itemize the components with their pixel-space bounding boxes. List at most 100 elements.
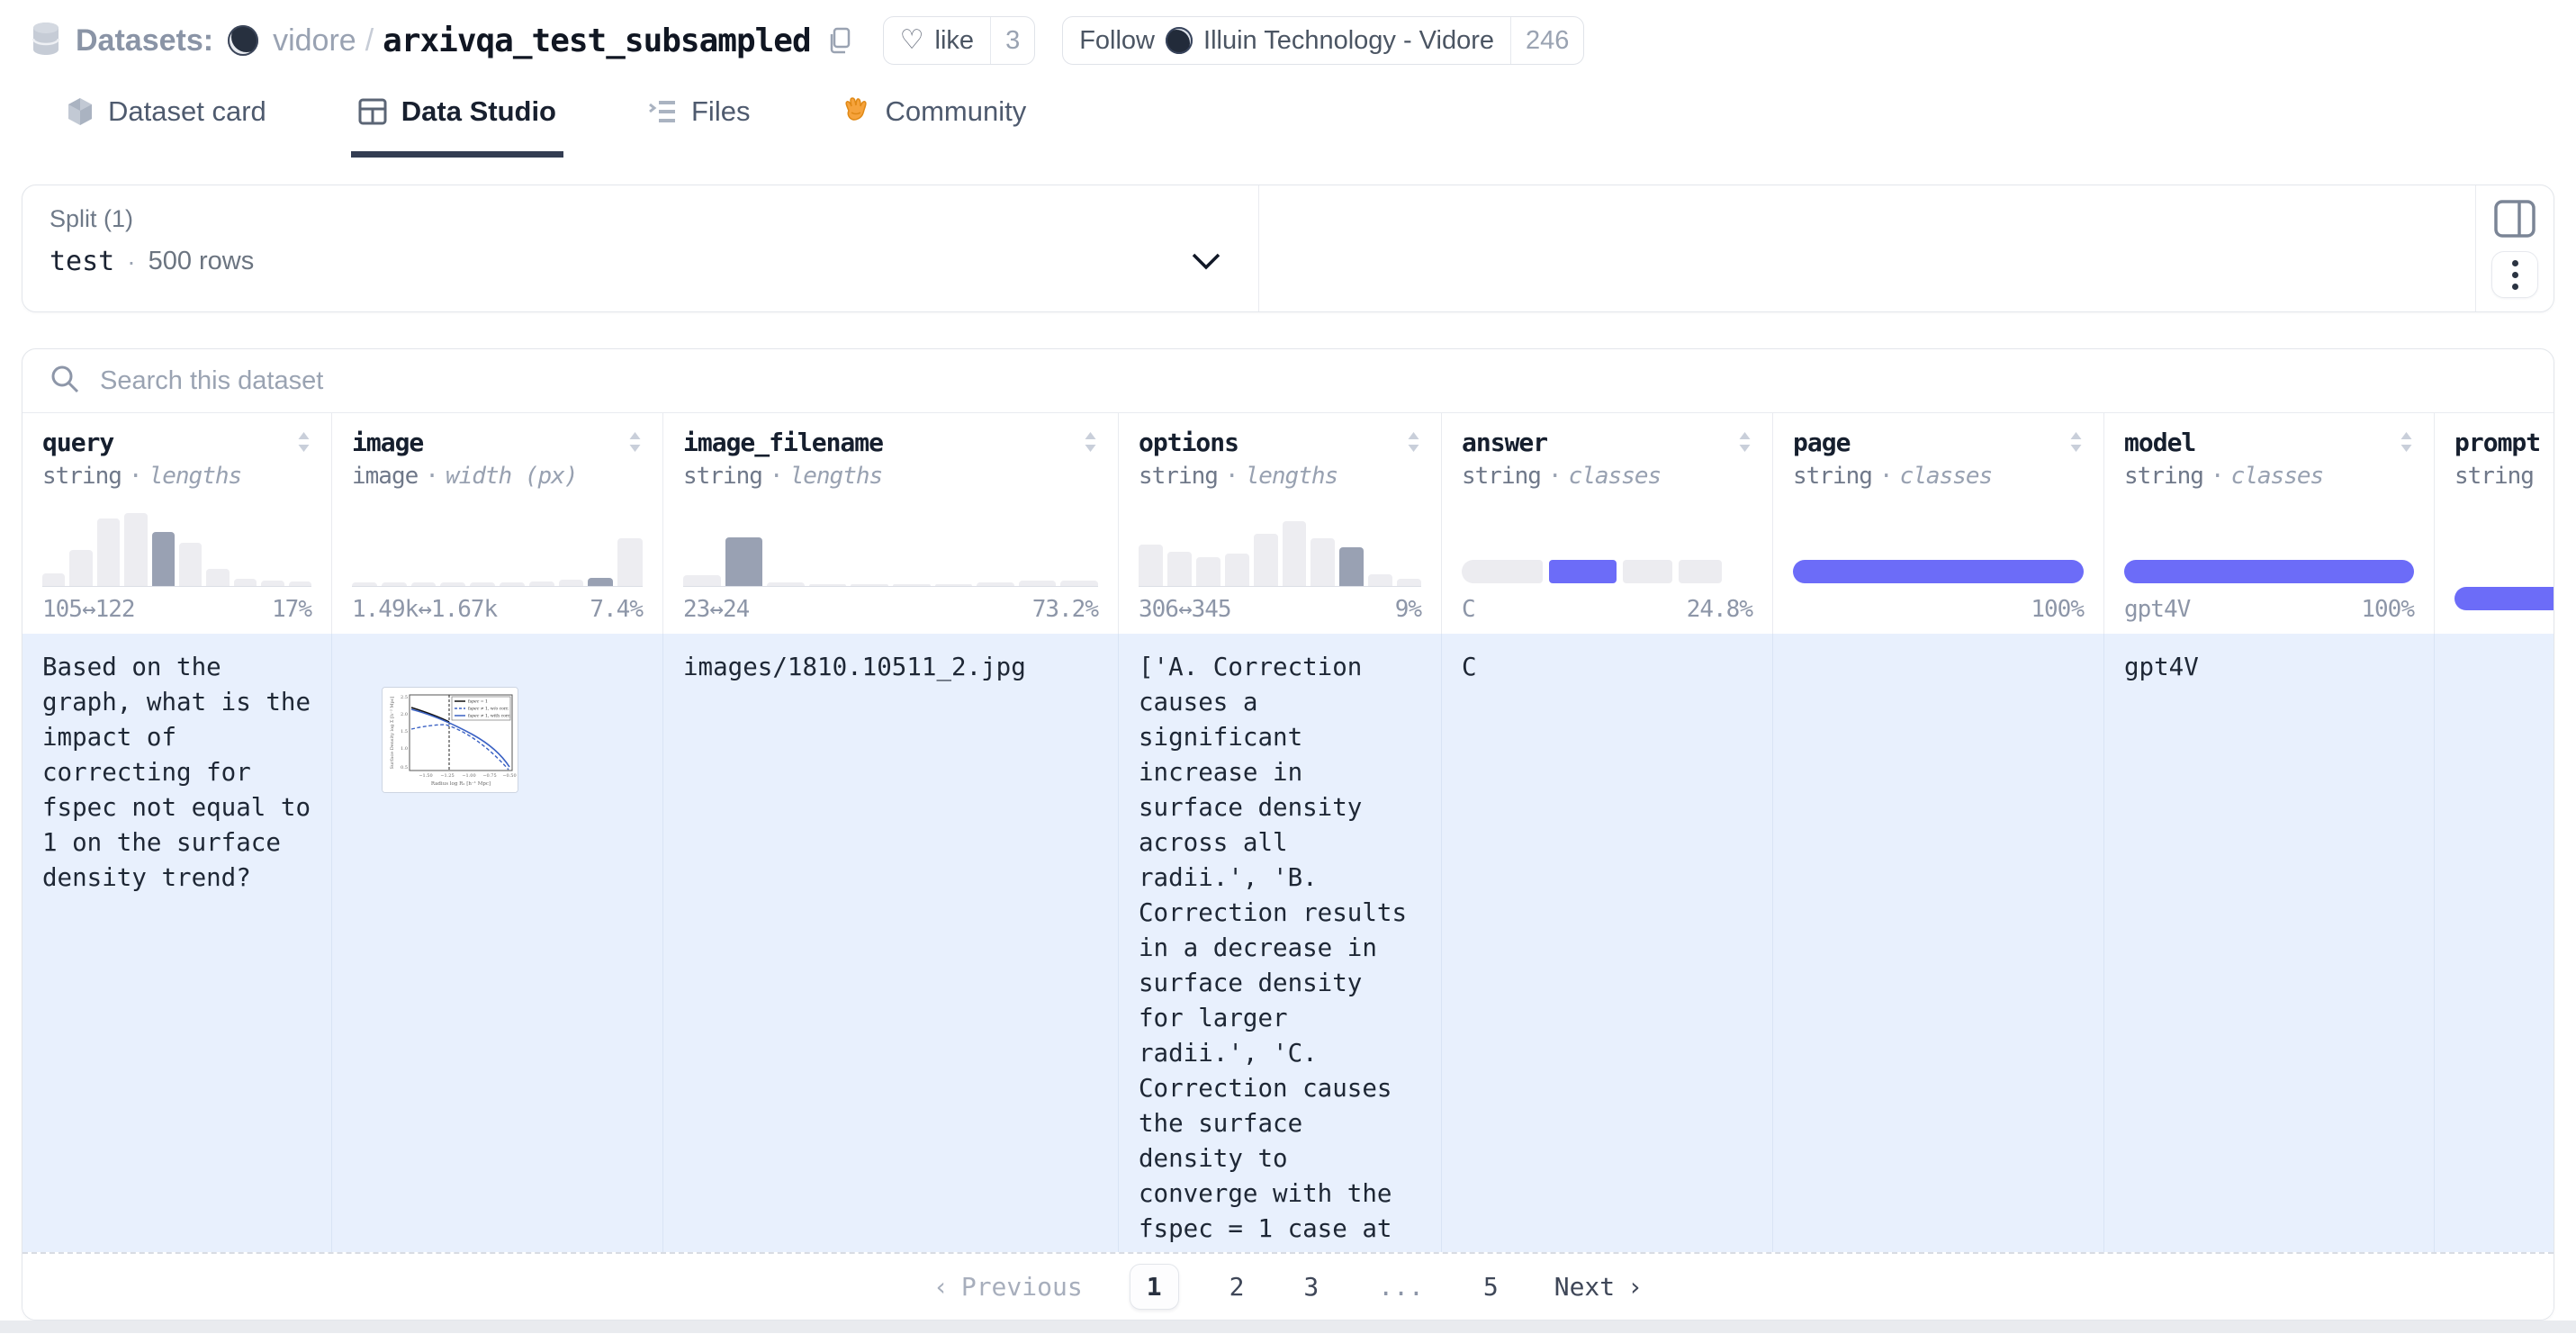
- copy-dataset-name-button[interactable]: [824, 23, 856, 59]
- histogram-bar: [234, 579, 257, 586]
- histogram-bar: [1167, 552, 1192, 586]
- row-image-thumbnail[interactable]: 2.5 2.0 1.5 1.0 0.5 −1.50 −1.25 −1.00 −0…: [382, 687, 518, 793]
- svg-text:−0.75: −0.75: [482, 773, 496, 779]
- stat-range: C: [1462, 596, 1475, 623]
- column-header-prompt[interactable]: promptstring: [2435, 413, 2553, 634]
- follower-count[interactable]: 246: [1510, 17, 1583, 64]
- page-button-2[interactable]: 2: [1220, 1268, 1254, 1305]
- owner-avatar[interactable]: [228, 25, 258, 56]
- dataset-name[interactable]: arxivqa_test_subsampled: [383, 23, 811, 59]
- page-ellipsis: ...: [1369, 1268, 1433, 1305]
- datasets-database-icon: [31, 22, 61, 60]
- sort-icon[interactable]: [627, 429, 643, 455]
- sort-icon[interactable]: [296, 429, 311, 455]
- histogram-bar: [152, 532, 175, 586]
- split-dropdown[interactable]: Split (1) test · 500 rows: [23, 185, 1259, 311]
- like-label: like: [935, 26, 975, 56]
- column-name: image_filename: [683, 428, 883, 457]
- sort-icon[interactable]: [1737, 429, 1752, 455]
- column-type: string·classes: [2124, 463, 2414, 490]
- column-header-page[interactable]: pagestring·classes100%: [1773, 413, 2104, 634]
- column-stats: C24.8%: [1462, 596, 1752, 623]
- cell-image_filename[interactable]: images/1810.10511_2.jpg: [663, 634, 1119, 1252]
- sort-icon[interactable]: [2068, 429, 2084, 455]
- column-header-answer[interactable]: answerstring·classesC24.8%: [1442, 413, 1773, 634]
- owner-link[interactable]: vidore: [273, 23, 356, 59]
- like-count[interactable]: 3: [990, 17, 1034, 64]
- column-subtype: lengths: [149, 463, 242, 490]
- tab-data-studio[interactable]: Data Studio: [351, 74, 563, 158]
- page-button-1[interactable]: 1: [1130, 1264, 1179, 1310]
- heart-icon: ♡: [900, 27, 924, 54]
- previous-page-button[interactable]: ‹ Previous: [928, 1271, 1088, 1302]
- breadcrumb-separator: /: [365, 23, 374, 59]
- stat-percent: 100%: [2361, 596, 2414, 623]
- column-title-row: image: [352, 428, 643, 457]
- stat-range: 306↔345: [1139, 596, 1231, 623]
- cell-model[interactable]: gpt4V: [2104, 634, 2435, 1252]
- svg-text:−0.50: −0.50: [502, 773, 516, 779]
- column-header-options[interactable]: optionsstring·lengths306↔3459%: [1119, 413, 1442, 634]
- svg-text:f𝑠𝑝𝑒𝑐 = 1: f𝑠𝑝𝑒𝑐 = 1: [468, 699, 488, 705]
- column-dtype: string: [2454, 463, 2534, 490]
- next-label: Next: [1554, 1272, 1615, 1302]
- next-page-button[interactable]: Next ›: [1549, 1271, 1648, 1302]
- tab-community[interactable]: Community: [834, 74, 1033, 158]
- column-header-query[interactable]: querystring·lengths105↔12217%: [23, 413, 332, 634]
- histogram-bar: [440, 582, 465, 586]
- column-header-model[interactable]: modelstring·classesgpt4V100%: [2104, 413, 2435, 634]
- search-row: [23, 349, 2553, 413]
- split-dot: ·: [127, 248, 135, 276]
- column-dtype: image: [352, 463, 418, 490]
- type-separator-dot: ·: [2211, 463, 2224, 490]
- cell-query[interactable]: Based on the graph, what is the impact o…: [23, 634, 332, 1252]
- cell-image[interactable]: 2.5 2.0 1.5 1.0 0.5 −1.50 −1.25 −1.00 −0…: [332, 634, 663, 1252]
- column-subtype: classes: [1569, 463, 1662, 490]
- column-type: string·classes: [1462, 463, 1752, 490]
- column-dtype: string: [1793, 463, 1872, 490]
- histogram-bar: [559, 580, 584, 586]
- follow-org-name: Illuin Technology - Vidore: [1203, 26, 1494, 56]
- search-icon: [50, 364, 80, 399]
- column-stats: gpt4V100%: [2124, 596, 2414, 623]
- panel-toggle-icon[interactable]: [2493, 199, 2536, 239]
- type-separator-dot: ·: [1225, 463, 1238, 490]
- column-subtype: lengths: [790, 463, 883, 490]
- sort-icon[interactable]: [1083, 429, 1098, 455]
- tab-files[interactable]: Files: [641, 74, 757, 158]
- follow-label: Follow: [1079, 26, 1155, 56]
- histogram-bar: [1368, 574, 1392, 586]
- viewer-tools: [2475, 185, 2553, 311]
- type-separator-dot: ·: [1879, 463, 1893, 490]
- class-segment: [1679, 560, 1722, 583]
- sort-icon[interactable]: [2399, 429, 2414, 455]
- svg-text:0.5: 0.5: [401, 765, 408, 771]
- svg-text:2.5: 2.5: [401, 695, 408, 700]
- stat-percent: 9%: [1395, 596, 1421, 623]
- cell-answer[interactable]: C: [1442, 634, 1773, 1252]
- cell-prompt[interactable]: [2435, 634, 2553, 1252]
- sort-icon[interactable]: [1406, 429, 1421, 455]
- histogram-bar: [893, 584, 931, 586]
- more-options-button[interactable]: [2491, 251, 2538, 298]
- type-separator-dot: ·: [1548, 463, 1562, 490]
- split-label: Split (1): [50, 205, 1222, 233]
- search-input[interactable]: [98, 365, 2553, 397]
- tab-dataset-card[interactable]: Dataset card: [59, 74, 274, 158]
- column-subtype: classes: [1900, 463, 1993, 490]
- cell-options[interactable]: ['A. Correction causes a significant inc…: [1119, 634, 1442, 1252]
- like-button[interactable]: ♡ like 3: [883, 16, 1036, 65]
- column-dtype: string: [2124, 463, 2203, 490]
- column-type: string·lengths: [1139, 463, 1421, 490]
- page-button-3[interactable]: 3: [1294, 1268, 1328, 1305]
- page-button-5[interactable]: 5: [1474, 1268, 1508, 1305]
- histogram-bar: [411, 582, 437, 586]
- column-dtype: string: [1139, 463, 1218, 490]
- follow-button[interactable]: Follow Illuin Technology - Vidore 246: [1062, 16, 1584, 65]
- histogram-bar: [382, 582, 407, 586]
- cell-page[interactable]: [1773, 634, 2104, 1252]
- community-hand-icon: [842, 96, 870, 127]
- column-header-image_filename[interactable]: image_filenamestring·lengths23↔2473.2%: [663, 413, 1119, 634]
- column-header-image[interactable]: imageimage·width (px)1.49k↔1.67k7.4%: [332, 413, 663, 634]
- histogram-bar: [809, 584, 847, 586]
